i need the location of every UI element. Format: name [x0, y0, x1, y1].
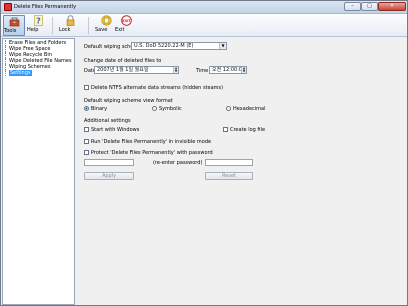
protect-password-label: Protect 'Delete Files Permanently' with … [91, 150, 213, 156]
time-label: Time [196, 68, 209, 74]
lock-icon [66, 15, 74, 26]
help-icon: ? [33, 15, 43, 26]
toolbar: Tools ? Help Lock Save EXIT Exit [1, 14, 407, 37]
maximize-button[interactable]: □ [361, 2, 378, 11]
reenter-password-field[interactable] [205, 159, 253, 166]
wiping-scheme-select[interactable]: U.S. DoD 5220.22-M (E) ▼ [131, 42, 227, 50]
save-icon [100, 15, 112, 26]
save-button[interactable]: Save [95, 15, 117, 36]
password-field[interactable] [84, 159, 134, 166]
exit-label: Exit [115, 27, 125, 33]
symbolic-radio[interactable] [152, 106, 157, 111]
view-format-label: Default wiping scheme view format [84, 98, 173, 104]
help-button[interactable]: ? Help [27, 15, 49, 36]
ntfs-streams-label: Delete NTFS alternate data streams (hidd… [91, 85, 224, 91]
title-bar[interactable]: Delete Files Permanently – □ ✕ [1, 1, 407, 14]
date-picker[interactable]: 2007년 1월 1일 월요일 ▲ ▼ [94, 66, 179, 74]
app-window: Delete Files Permanently – □ ✕ Tools ? H… [0, 0, 408, 306]
save-label: Save [95, 27, 108, 33]
change-date-label: Change date of deleted files to [84, 58, 162, 64]
date-value: 2007년 1월 1일 월요일 [97, 67, 149, 73]
apply-button[interactable]: Apply [84, 172, 134, 180]
lock-label: Lock [59, 27, 71, 33]
calendar-spin-icon: ▲ ▼ [173, 66, 178, 73]
tools-button[interactable]: Tools [3, 15, 25, 36]
binary-label: Binary [91, 106, 108, 112]
symbolic-label: Symbolic [159, 106, 182, 112]
lock-button[interactable]: Lock [59, 15, 81, 36]
sidebar-nav: Erase Files and Folders Wipe Free Space … [2, 38, 75, 305]
hexadecimal-radio[interactable] [226, 106, 231, 111]
exit-icon: EXIT [120, 15, 132, 26]
app-icon [4, 3, 12, 11]
svg-text:?: ? [36, 17, 41, 26]
start-with-windows-checkbox[interactable] [84, 127, 89, 132]
minimize-button[interactable]: – [344, 2, 361, 11]
toolbar-separator [52, 17, 53, 34]
settings-panel: Default wiping scheme U.S. DoD 5220.22-M… [78, 38, 405, 305]
time-picker[interactable]: 오전 12:00:00 ▲ ▼ [209, 66, 247, 74]
ntfs-streams-checkbox[interactable] [84, 85, 89, 90]
invisible-mode-label: Run 'Delete Files Permanently' in invisi… [91, 139, 212, 145]
create-log-checkbox[interactable] [223, 127, 228, 132]
wiping-scheme-value: U.S. DoD 5220.22-M (E) [134, 43, 194, 49]
start-with-windows-label: Start with Windows [91, 127, 140, 133]
exit-button[interactable]: EXIT Exit [115, 15, 137, 36]
close-button[interactable]: ✕ [378, 2, 406, 11]
reenter-password-label: (re-enter password) [153, 160, 203, 166]
time-spin-icon: ▲ ▼ [241, 66, 246, 73]
binary-radio[interactable] [84, 106, 89, 111]
toolbar-separator [88, 17, 89, 34]
chevron-down-icon: ▼ [219, 43, 226, 49]
hexadecimal-label: Hexadecimal [233, 106, 266, 112]
tools-icon [9, 17, 19, 27]
sidebar-item-settings[interactable]: Settings [5, 70, 32, 76]
window-title: Delete Files Permanently [14, 4, 77, 10]
invisible-mode-checkbox[interactable] [84, 139, 89, 144]
svg-text:EXIT: EXIT [122, 19, 131, 23]
tools-label: Tools [4, 28, 17, 34]
create-log-label: Create log file [230, 127, 266, 133]
protect-password-checkbox[interactable] [84, 150, 89, 155]
help-label: Help [27, 27, 39, 33]
reset-button[interactable]: Reset [205, 172, 253, 180]
additional-settings-label: Additional settings [84, 118, 131, 124]
